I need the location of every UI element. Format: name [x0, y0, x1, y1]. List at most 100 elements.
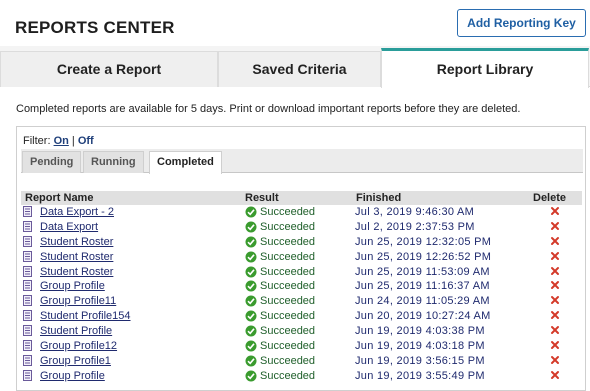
- table-row: Group Profile11 Succeeded Jun 24, 2019 1…: [21, 294, 582, 309]
- table-row: Student Profile Succeeded Jun 19, 2019 4…: [21, 324, 582, 339]
- table-header: Report Name Result Finished Delete: [21, 191, 582, 205]
- report-file-icon: [23, 340, 32, 352]
- delete-x-icon[interactable]: [550, 280, 560, 290]
- result-status: Succeeded: [260, 235, 316, 248]
- result-status: Succeeded: [260, 265, 316, 278]
- finished-timestamp: Jun 20, 2019 10:27:24 AM: [355, 310, 491, 323]
- report-file-icon: [23, 369, 32, 381]
- table-row: Student Roster Succeeded Jun 25, 2019 12…: [21, 235, 582, 250]
- check-circle-icon: [245, 310, 257, 322]
- report-name-link[interactable]: Student Profile: [40, 325, 112, 337]
- table-row: Data Export - 2 Succeeded Jul 3, 2019 9:…: [21, 205, 582, 220]
- report-name-link[interactable]: Group Profile11: [40, 295, 116, 307]
- subtab-pending[interactable]: Pending: [22, 151, 82, 173]
- delete-x-icon[interactable]: [550, 310, 560, 320]
- report-file-icon: [23, 220, 32, 232]
- finished-timestamp: Jun 25, 2019 11:16:37 AM: [355, 280, 490, 293]
- check-circle-icon: [245, 295, 257, 307]
- check-circle-icon: [245, 206, 257, 218]
- table-row: Group Profile1 Succeeded Jun 19, 2019 3:…: [21, 354, 582, 369]
- check-circle-icon: [245, 280, 257, 292]
- column-header-report-name[interactable]: Report Name: [25, 192, 93, 204]
- result-status: Succeeded: [260, 250, 316, 263]
- status-subtab-bar: Pending Running Completed: [21, 149, 583, 174]
- table-row: Student Roster Succeeded Jun 25, 2019 12…: [21, 250, 582, 265]
- report-name-link[interactable]: Student Roster: [40, 251, 113, 263]
- table-body: Data Export - 2 Succeeded Jul 3, 2019 9:…: [21, 205, 582, 384]
- delete-x-icon[interactable]: [550, 340, 560, 350]
- finished-timestamp: Jun 19, 2019 4:03:18 PM: [355, 340, 485, 353]
- report-name-link[interactable]: Group Profile: [40, 370, 105, 382]
- result-status: Succeeded: [260, 280, 316, 293]
- completed-reports-panel: Filter: On | Off Pending Running Complet…: [16, 126, 586, 391]
- table-row: Student Roster Succeeded Jun 25, 2019 11…: [21, 265, 582, 280]
- tab-report-library[interactable]: Report Library: [381, 48, 589, 88]
- finished-timestamp: Jul 3, 2019 9:46:30 AM: [355, 206, 475, 218]
- report-name-link[interactable]: Group Profile1: [40, 355, 111, 367]
- report-file-icon: [23, 250, 32, 262]
- check-circle-icon: [245, 355, 257, 367]
- result-status: Succeeded: [260, 369, 316, 382]
- delete-x-icon[interactable]: [550, 221, 560, 231]
- report-name-link[interactable]: Student Roster: [40, 266, 113, 278]
- delete-x-icon[interactable]: [550, 370, 560, 380]
- report-name-link[interactable]: Data Export - 2: [40, 206, 114, 218]
- delete-x-icon[interactable]: [550, 295, 560, 305]
- result-status: Succeeded: [260, 325, 316, 338]
- finished-timestamp: Jun 19, 2019 3:56:15 PM: [355, 354, 485, 367]
- column-header-result[interactable]: Result: [245, 192, 279, 204]
- filter-on-link[interactable]: On: [54, 135, 69, 147]
- table-row: Data Export Succeeded Jul 2, 2019 2:37:5…: [21, 220, 582, 235]
- column-header-finished[interactable]: Finished: [356, 192, 401, 204]
- table-row: Group Profile12 Succeeded Jun 19, 2019 4…: [21, 339, 582, 354]
- delete-x-icon[interactable]: [550, 251, 560, 261]
- report-file-icon: [23, 280, 32, 292]
- page-title: REPORTS CENTER: [15, 18, 175, 37]
- delete-x-icon[interactable]: [550, 355, 560, 365]
- report-file-icon: [23, 354, 32, 366]
- finished-timestamp: Jun 25, 2019 12:32:05 PM: [355, 235, 492, 248]
- finished-timestamp: Jun 24, 2019 11:05:29 AM: [355, 295, 490, 308]
- report-name-link[interactable]: Group Profile12: [40, 340, 117, 352]
- column-header-delete: Delete: [533, 192, 567, 204]
- check-circle-icon: [245, 236, 257, 248]
- filter-toggle: Filter: On | Off: [23, 135, 94, 147]
- tab-saved-criteria[interactable]: Saved Criteria: [218, 51, 381, 87]
- finished-timestamp: Jun 25, 2019 12:26:52 PM: [355, 250, 492, 263]
- delete-x-icon[interactable]: [550, 236, 560, 246]
- tab-create-a-report[interactable]: Create a Report: [0, 51, 218, 87]
- report-file-icon: [23, 325, 32, 337]
- table-row: Student Profile154 Succeeded Jun 20, 201…: [21, 309, 582, 324]
- result-status: Succeeded: [260, 340, 316, 353]
- report-name-link[interactable]: Student Profile154: [40, 310, 131, 322]
- check-circle-icon: [245, 221, 257, 233]
- delete-x-icon[interactable]: [550, 266, 560, 276]
- subtab-running[interactable]: Running: [83, 151, 144, 173]
- subtab-completed[interactable]: Completed: [149, 151, 222, 174]
- table-row: Group Profile Succeeded Jun 19, 2019 3:5…: [21, 369, 582, 384]
- report-file-icon: [23, 235, 32, 247]
- report-file-icon: [23, 206, 32, 217]
- result-status: Succeeded: [260, 220, 316, 233]
- check-circle-icon: [245, 370, 257, 382]
- add-reporting-key-button[interactable]: Add Reporting Key: [457, 9, 586, 37]
- filter-off-link[interactable]: Off: [78, 135, 94, 147]
- delete-x-icon[interactable]: [550, 325, 560, 335]
- result-status: Succeeded: [260, 206, 316, 218]
- check-circle-icon: [245, 251, 257, 263]
- report-file-icon: [23, 295, 32, 307]
- finished-timestamp: Jun 19, 2019 3:55:49 PM: [355, 369, 485, 382]
- report-name-link[interactable]: Student Roster: [40, 236, 113, 248]
- filter-separator: |: [71, 135, 75, 147]
- check-circle-icon: [245, 325, 257, 337]
- check-circle-icon: [245, 340, 257, 352]
- finished-timestamp: Jun 19, 2019 4:03:38 PM: [355, 325, 485, 338]
- delete-x-icon[interactable]: [550, 206, 560, 216]
- report-name-link[interactable]: Group Profile: [40, 280, 105, 292]
- report-name-link[interactable]: Data Export: [40, 221, 98, 233]
- report-file-icon: [23, 310, 32, 322]
- result-status: Succeeded: [260, 354, 316, 367]
- retention-notice: Completed reports are available for 5 da…: [16, 103, 521, 115]
- report-file-icon: [23, 265, 32, 277]
- main-tab-bar: Create a Report Saved Criteria Report Li…: [0, 46, 590, 88]
